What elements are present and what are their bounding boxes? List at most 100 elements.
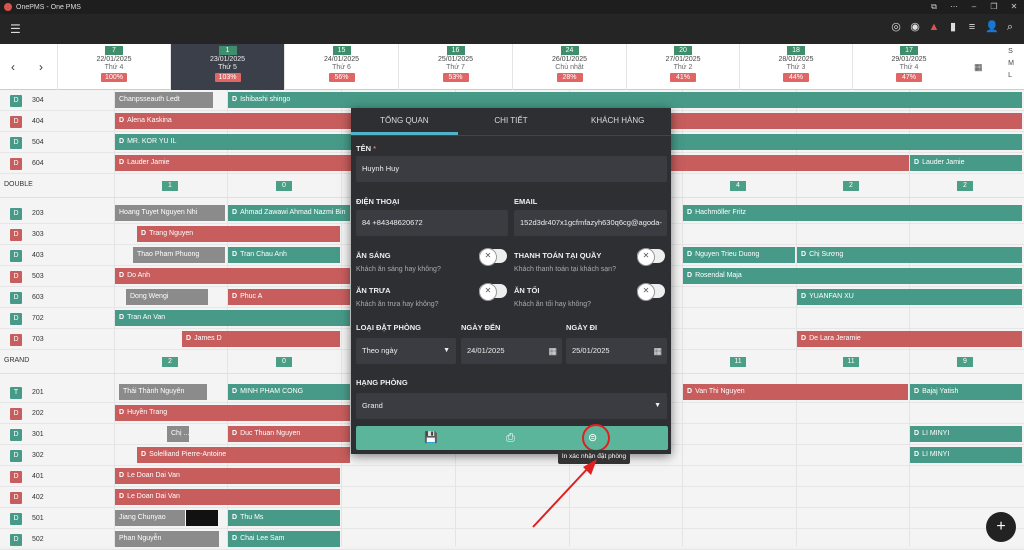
- booking-status-letter: D: [119, 472, 125, 479]
- booking-bar[interactable]: D Rosendal Maja: [683, 268, 1022, 284]
- prev-arrow-icon[interactable]: ‹: [11, 60, 15, 74]
- date-column[interactable]: 18 28/01/2025 Thứ 3 44%: [739, 44, 852, 90]
- booking-bar[interactable]: D Le Doan Dai Van: [115, 489, 340, 505]
- room-number: 401: [32, 473, 44, 480]
- booking-bar[interactable]: D Bajaj Yatish: [910, 384, 1022, 400]
- booking-bar[interactable]: D Ahmad Zawawi Ahmad Nazmi Bin: [228, 205, 350, 221]
- booking-bar[interactable]: D LI MINYI: [910, 447, 1022, 463]
- notification-icon[interactable]: ▮: [947, 20, 959, 34]
- date-column[interactable]: 20 27/01/2025 Thứ 2 41%: [626, 44, 739, 90]
- date-column[interactable]: 16 25/01/2025 Thứ 7 53%: [398, 44, 512, 90]
- departure-date-field[interactable]: 25/01/2025 ▦: [566, 338, 667, 364]
- booking-status-letter: D: [914, 388, 920, 395]
- counter-pay-toggle[interactable]: [637, 248, 665, 266]
- booking-type-label: LOẠI ĐẶT PHÒNG: [356, 323, 421, 332]
- booking-bar[interactable]: D Phuc A: [228, 289, 350, 305]
- name-label: TÊN *: [356, 144, 377, 153]
- booking-bar[interactable]: D Nguyen Trieu Duong: [683, 247, 795, 263]
- booking-bar[interactable]: D Duc Thuan Nguyen: [228, 426, 350, 442]
- booking-bar[interactable]: D LI MINYI: [910, 426, 1022, 442]
- size-l-option[interactable]: L: [1008, 70, 1014, 82]
- booking-bar[interactable]: D James D: [182, 331, 340, 347]
- dinner-toggle[interactable]: [637, 283, 665, 301]
- room-class-select[interactable]: Grand ▼: [356, 393, 667, 419]
- calendar-icon[interactable]: ▦: [548, 338, 557, 364]
- restore-icon[interactable]: ❐: [984, 0, 1004, 14]
- booking-bar[interactable]: D Van Thi Nguyen: [683, 384, 908, 400]
- booking-bar[interactable]: D Lauder Jamie: [910, 155, 1022, 171]
- booking-bar[interactable]: D De Lara Jeramie: [797, 331, 1022, 347]
- dinner-hint: Khách ăn tối hay không?: [514, 301, 592, 308]
- phone-field[interactable]: 84 +84348620672: [356, 210, 508, 236]
- next-arrow-icon[interactable]: ›: [39, 60, 43, 74]
- booking-bar[interactable]: D Le Doan Dai Van: [115, 468, 340, 484]
- date-column[interactable]: 15 24/01/2025 Thứ 6 56%: [284, 44, 398, 90]
- booking-bar[interactable]: Hoang Tuyet Nguyen Nhi: [115, 205, 225, 221]
- booking-bar[interactable]: Chị ...: [167, 426, 189, 442]
- booking-bar[interactable]: Phan Nguyễn: [115, 531, 219, 547]
- list-icon[interactable]: ≡: [966, 20, 978, 34]
- booking-status-letter: D: [232, 96, 238, 103]
- guest-name: Alena Kaskina: [127, 117, 172, 124]
- day-weekday: Thứ 5: [218, 64, 237, 71]
- dropdown-caret-icon: ▼: [654, 402, 661, 409]
- booking-bar[interactable]: D Do Anh: [115, 268, 350, 284]
- minimize-icon[interactable]: –: [964, 0, 984, 14]
- booking-bar[interactable]: D Chai Lee Sam: [228, 531, 340, 547]
- add-fab-button[interactable]: +: [986, 512, 1016, 542]
- date-column[interactable]: 1 23/01/2025 Thứ 5 103%: [170, 44, 284, 90]
- more-icon[interactable]: ⋯: [944, 0, 964, 14]
- arrival-date-field[interactable]: 24/01/2025 ▦: [461, 338, 562, 364]
- hamburger-menu-icon[interactable]: ☰: [10, 22, 21, 36]
- availability-count: 1: [162, 181, 178, 191]
- booking-status-letter: D: [687, 388, 693, 395]
- booking-type-select[interactable]: Theo ngày ▼: [356, 338, 456, 364]
- save-icon[interactable]: 💾: [424, 431, 438, 445]
- day-date: 26/01/2025: [551, 56, 588, 63]
- add-user-icon[interactable]: 👤: [985, 20, 999, 34]
- booking-status-letter: D: [914, 430, 920, 437]
- tab-details[interactable]: CHI TIẾT: [458, 108, 565, 135]
- booking-bar[interactable]: D Ishibashi shingo: [228, 92, 1022, 108]
- booking-bar[interactable]: D Hachmöller Fritz: [683, 205, 1022, 221]
- guest-name: Duc Thuan Nguyen: [240, 430, 301, 437]
- print-icon[interactable]: ⎙: [506, 431, 515, 445]
- booking-bar[interactable]: D Tran Chau Anh: [228, 247, 340, 263]
- availability-count: 4: [730, 181, 746, 191]
- date-column[interactable]: 24 26/01/2025 Chủ nhật 28%: [512, 44, 626, 90]
- lunch-toggle[interactable]: [479, 283, 507, 301]
- booking-bar[interactable]: D MINH PHAM CONG: [228, 384, 350, 400]
- date-column[interactable]: 7 22/01/2025 Thứ 4 100%: [57, 44, 170, 90]
- booking-bar[interactable]: Dong Wengi: [126, 289, 208, 305]
- booking-bar[interactable]: D Chị Sương: [797, 247, 1022, 263]
- breakfast-toggle[interactable]: [479, 248, 507, 266]
- booking-bar[interactable]: D Tran An Van: [115, 310, 350, 326]
- booking-bar[interactable]: Jiang Chunyao: [115, 510, 185, 526]
- search-icon[interactable]: ⌕: [1004, 20, 1016, 34]
- booking-bar[interactable]: D YUANFAN XU: [797, 289, 1022, 305]
- booking-status-letter: D: [801, 251, 807, 258]
- booking-bar[interactable]: Thao Pham Phuong: [133, 247, 225, 263]
- calendar-icon[interactable]: ▦: [653, 338, 662, 364]
- tab-overview[interactable]: TỔNG QUAN: [351, 108, 458, 135]
- warning-icon[interactable]: ▲: [928, 20, 940, 34]
- booking-bar[interactable]: D Thu Ms: [228, 510, 340, 526]
- booking-bar[interactable]: D Huyền Trang: [115, 405, 350, 421]
- room-number: 603: [32, 294, 44, 301]
- tab-customer[interactable]: KHÁCH HÀNG: [564, 108, 671, 135]
- size-s-option[interactable]: S: [1008, 46, 1014, 58]
- email-field[interactable]: 152d3dr407x1gcfmfazyh630q6cg@agoda-: [514, 210, 667, 236]
- booking-bar[interactable]: Chanpsseauth Ledt: [115, 92, 213, 108]
- booking-bar[interactable]: D Trang Nguyen: [137, 226, 340, 242]
- eye-icon[interactable]: ◉: [909, 20, 921, 34]
- booking-bar[interactable]: Thái Thành Nguyên: [119, 384, 207, 400]
- guest-name: Tran An Van: [127, 314, 166, 321]
- target-icon[interactable]: ◎: [890, 20, 902, 34]
- size-m-option[interactable]: M: [1008, 58, 1014, 70]
- booking-bar[interactable]: D Solelliand Pierre-Antoine: [137, 447, 350, 463]
- calendar-icon[interactable]: ▦: [974, 62, 983, 73]
- close-icon[interactable]: ✕: [1004, 0, 1024, 14]
- date-column[interactable]: 17 29/01/2025 Thứ 4 47%: [852, 44, 965, 90]
- name-field[interactable]: Huynh Huy: [356, 156, 667, 182]
- extension-icon[interactable]: ⧉: [924, 0, 944, 14]
